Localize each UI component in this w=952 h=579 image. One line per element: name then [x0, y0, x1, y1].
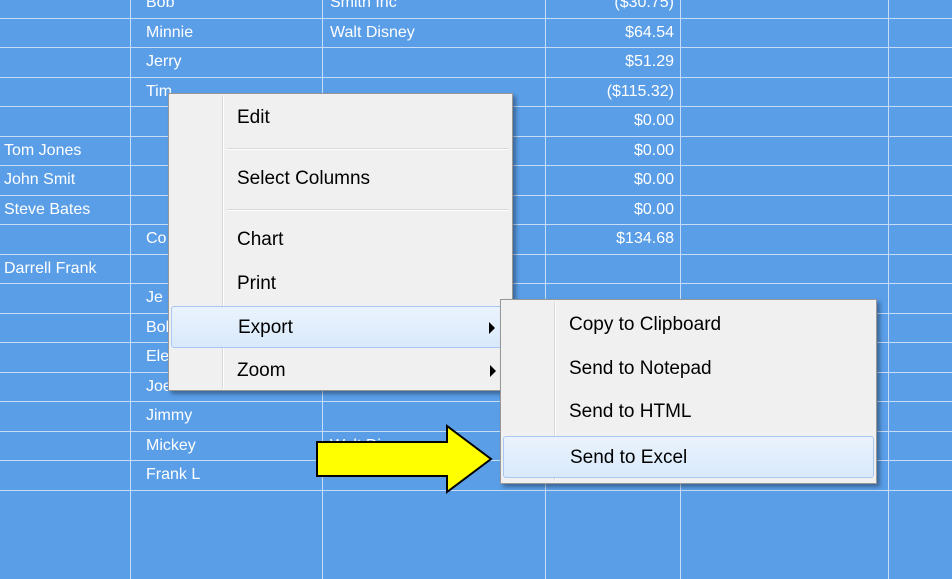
menu-item-export[interactable]: Export — [171, 306, 510, 348]
menu-item-label: Select Columns — [237, 168, 371, 189]
menu-item-copy-to-clipboard[interactable]: Copy to Clipboard — [503, 304, 874, 346]
grid-cell-amount[interactable]: $64.54 — [548, 18, 674, 47]
menu-item-label: Print — [237, 273, 277, 294]
grid-cell-c1[interactable] — [4, 77, 128, 106]
grid-cell-c1[interactable] — [4, 313, 128, 342]
grid-column-divider — [545, 0, 546, 579]
menu-separator — [227, 148, 508, 150]
grid-cell-c1[interactable] — [4, 106, 128, 135]
context-menu: Edit Select Columns Chart Print Export Z… — [168, 93, 513, 391]
grid-cell-c1[interactable] — [4, 342, 128, 371]
grid-cell-amount[interactable]: $0.00 — [548, 136, 674, 165]
menu-item-label: Chart — [237, 229, 284, 250]
grid-cell-amount[interactable] — [548, 254, 674, 283]
menu-item-label: Send to Notepad — [569, 358, 712, 379]
menu-item-zoom[interactable]: Zoom — [171, 350, 510, 392]
menu-item-chart[interactable]: Chart — [171, 219, 510, 261]
grid-cell-amount[interactable]: $134.68 — [548, 224, 674, 253]
grid-cell-amount[interactable]: $51.29 — [548, 47, 674, 76]
grid-cell-amount[interactable]: ($30.75) — [548, 0, 674, 17]
grid-cell-c1[interactable] — [4, 460, 128, 489]
grid-column-divider — [680, 0, 681, 579]
grid-cell-amount[interactable]: $0.00 — [548, 195, 674, 224]
grid-cell-amount[interactable]: $0.00 — [548, 106, 674, 135]
grid-cell-c1[interactable]: Steve Bates — [4, 195, 128, 224]
grid-cell-c1[interactable] — [4, 0, 128, 17]
grid-cell-c1[interactable] — [4, 47, 128, 76]
grid-cell-c1[interactable]: Tom Jones — [4, 136, 128, 165]
chevron-right-icon — [490, 365, 496, 377]
menu-item-label: Copy to Clipboard — [569, 314, 722, 335]
grid-cell-c1[interactable] — [4, 372, 128, 401]
grid-cell-c1[interactable]: Darrell Frank — [4, 254, 128, 283]
grid-column-divider — [888, 0, 889, 579]
grid-cell-c1[interactable] — [4, 18, 128, 47]
menu-item-label: Export — [238, 317, 293, 338]
grid-column-divider — [130, 0, 131, 579]
grid-cell-c1[interactable] — [4, 283, 128, 312]
menu-item-send-to-html[interactable]: Send to HTML — [503, 391, 874, 433]
grid-cell-amount[interactable]: $0.00 — [548, 165, 674, 194]
grid-cell-c1[interactable]: John Smit — [4, 165, 128, 194]
menu-item-select-columns[interactable]: Select Columns — [171, 158, 510, 200]
menu-item-send-to-notepad[interactable]: Send to Notepad — [503, 348, 874, 390]
chevron-right-icon — [489, 322, 495, 334]
grid-cell-c2[interactable]: Jimmy — [146, 401, 316, 430]
grid-cell-c2[interactable]: Frank L — [146, 460, 316, 489]
grid-cell-c3[interactable] — [330, 47, 540, 76]
export-submenu: Copy to Clipboard Send to Notepad Send t… — [500, 299, 877, 484]
menu-item-edit[interactable]: Edit — [171, 97, 510, 139]
grid-cell-c1[interactable] — [4, 431, 128, 460]
menu-item-label: Edit — [237, 107, 270, 128]
menu-item-label: Zoom — [237, 360, 286, 381]
menu-separator — [227, 209, 508, 211]
menu-item-label: Send to HTML — [569, 401, 692, 422]
menu-item-print[interactable]: Print — [171, 263, 510, 305]
grid-cell-c2[interactable]: Jerry — [146, 47, 316, 76]
menu-item-label: Send to Excel — [570, 447, 688, 468]
grid-cell-c2[interactable]: Minnie — [146, 18, 316, 47]
menu-item-send-to-excel[interactable]: Send to Excel — [503, 436, 874, 478]
grid-cell-c3[interactable]: Walt Disney — [330, 18, 540, 47]
grid-cell-c1[interactable] — [4, 401, 128, 430]
grid-cell-c1[interactable] — [4, 224, 128, 253]
yellow-arrow-icon — [316, 424, 493, 494]
grid-cell-amount[interactable]: ($115.32) — [548, 77, 674, 106]
grid-cell-c3[interactable]: Smith Inc — [330, 0, 540, 17]
grid-cell-c2[interactable]: Mickey — [146, 431, 316, 460]
grid-cell-c2[interactable]: Bob — [146, 0, 316, 17]
